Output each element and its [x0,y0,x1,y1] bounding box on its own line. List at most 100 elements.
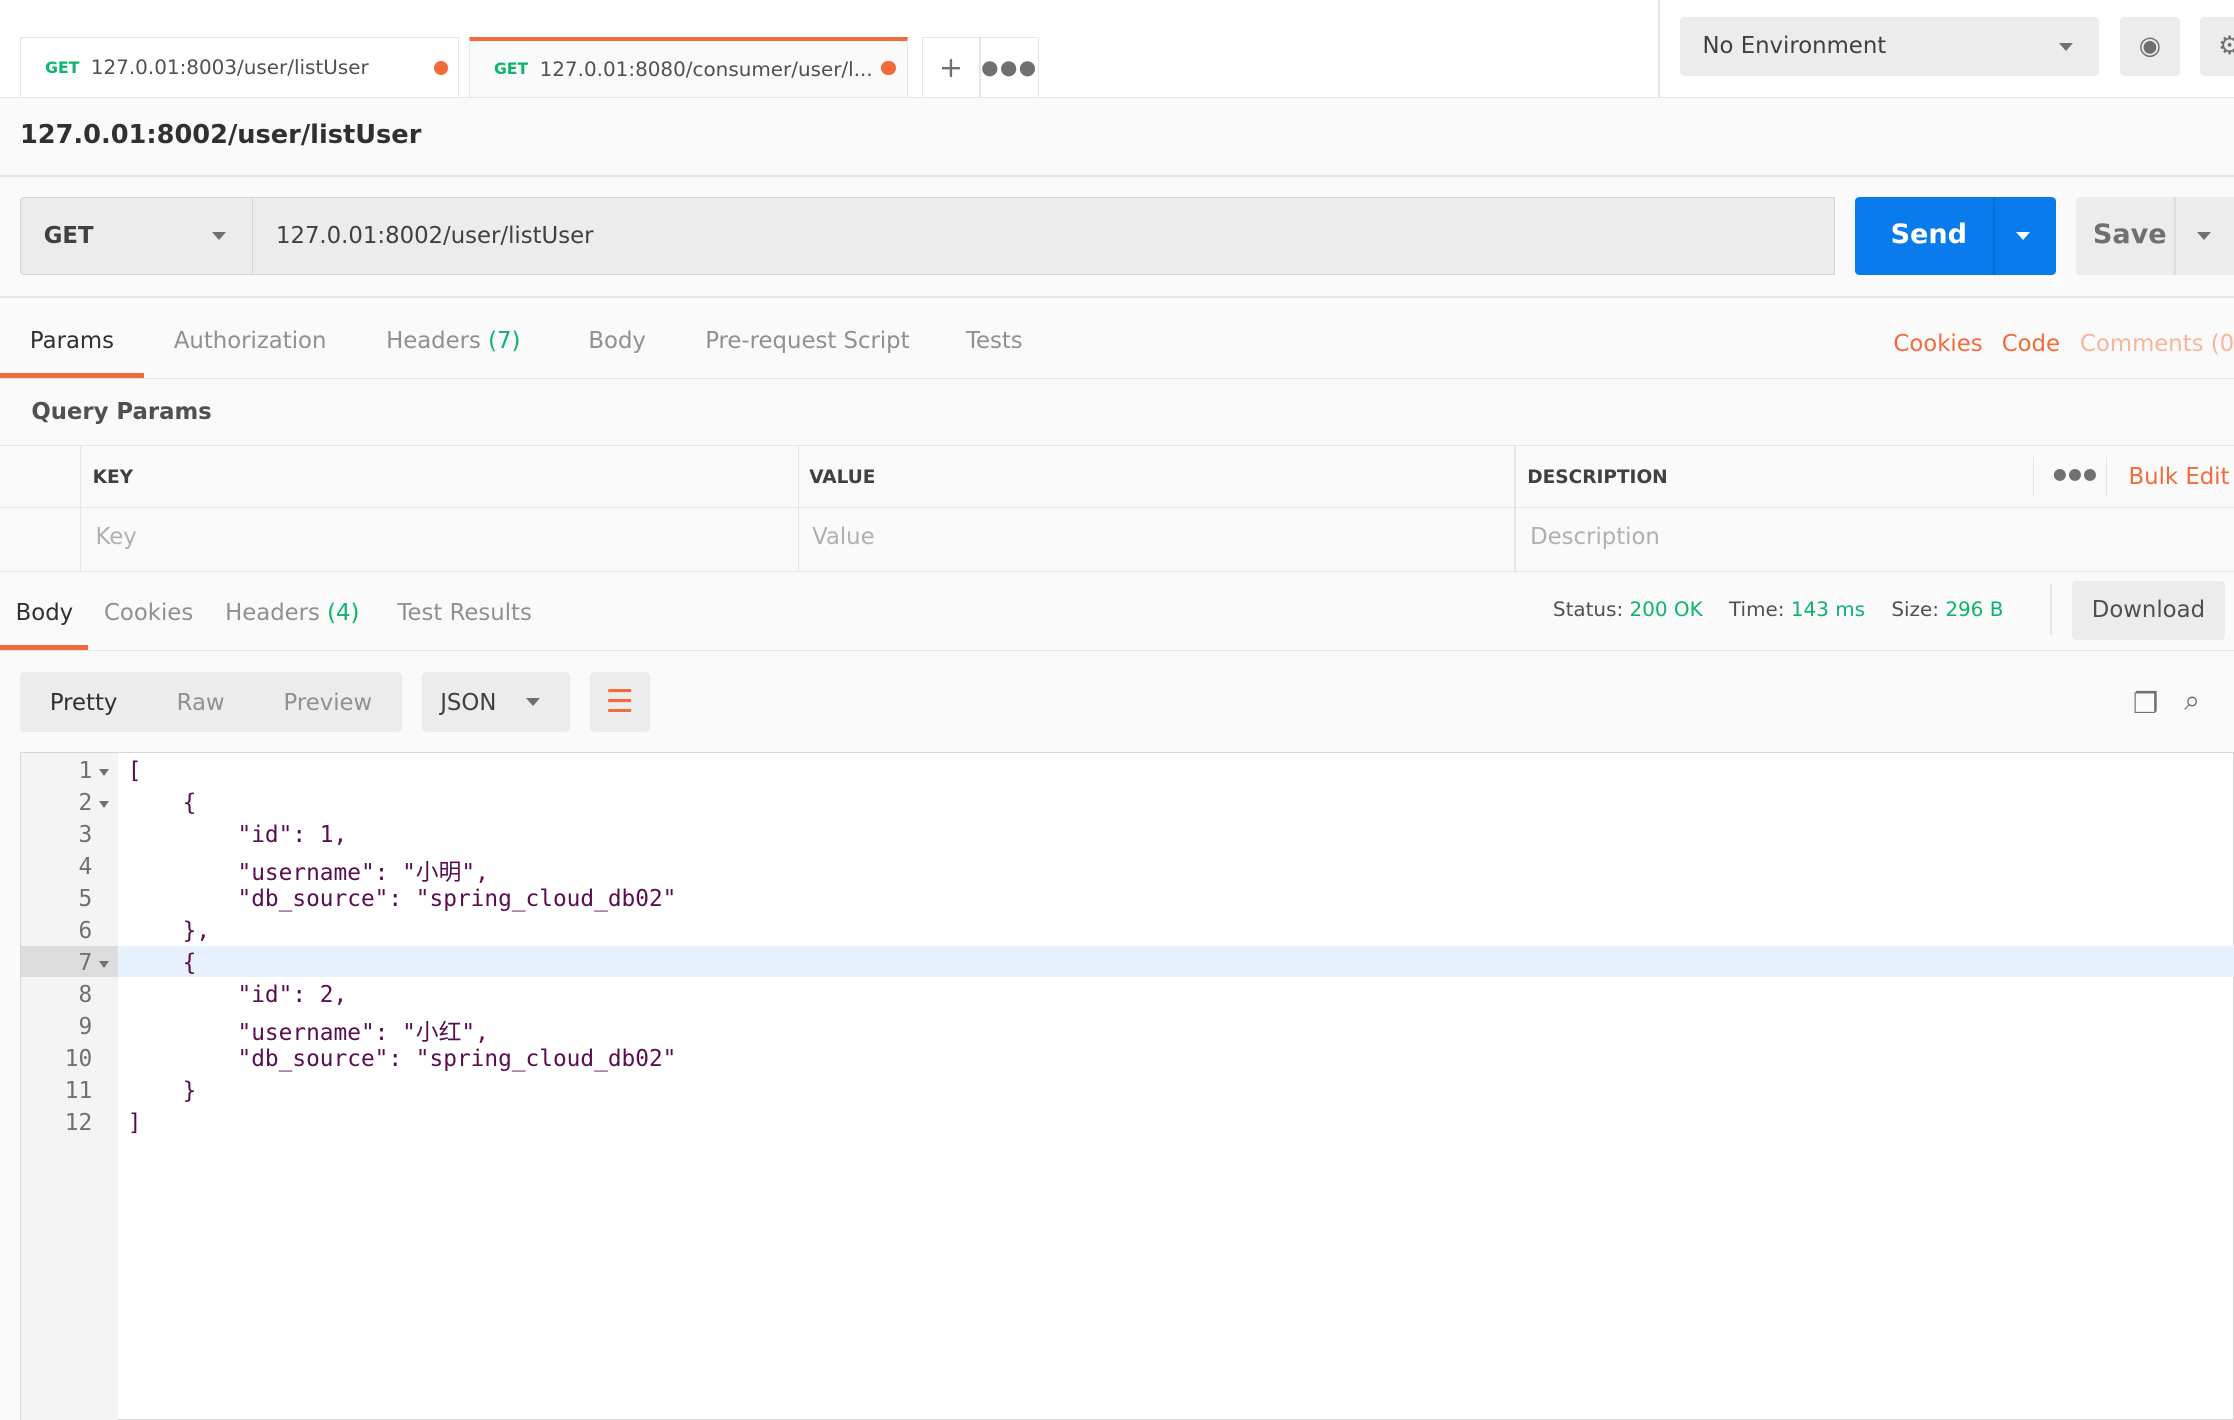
column-header-value: VALUE [809,466,876,488]
cookies-link[interactable]: Cookies [1893,331,1982,357]
tab-authorization[interactable]: Authorization [174,328,327,354]
send-label: Send [1890,219,1968,251]
format-select[interactable]: JSON [421,672,570,733]
tab-label: Headers [386,327,481,354]
tab-label: Pre-request Script [705,327,910,354]
save-button[interactable]: Save [2075,196,2234,275]
environment-settings-button[interactable]: ⚙ [2199,17,2234,76]
divider [0,377,2234,379]
chevron-down-icon[interactable] [2015,232,2030,240]
environment-label: No Environment [1702,33,1887,60]
line-number: 3 [78,821,93,848]
chevron-down-icon [211,231,226,240]
tab-tests[interactable]: Tests [966,328,1023,354]
comments-link[interactable]: Comments (0) [2080,331,2234,357]
wrap-icon: ☰ [605,684,634,721]
headers-count: (7) [488,327,521,354]
divider [797,445,800,571]
line-number: 12 [64,1110,93,1137]
tab-method: GET [493,59,529,79]
bulk-edit-link[interactable]: Bulk Edit [2129,464,2230,490]
value-input[interactable]: Value [812,524,875,550]
tab-params[interactable]: Params [30,328,114,354]
gear-icon: ⚙ [2218,31,2234,61]
line-number: 5 [78,885,93,912]
tab-label: Tests [965,327,1023,354]
line-number: 1 [78,757,93,784]
more-icon: ●●● [981,55,1038,80]
description-input[interactable]: Description [1530,524,1660,550]
tab-label: Test Results [397,599,532,626]
headers-count: (4) [327,599,360,626]
pretty-button[interactable]: Pretty [50,690,118,716]
code-line: }, [127,917,211,944]
new-tab-button[interactable]: + [921,37,981,97]
fold-caret-icon[interactable] [99,768,110,776]
divider [0,506,2234,509]
tab-headers[interactable]: Headers (7) [386,328,520,354]
time-label: Time: [1728,596,1785,621]
divider [2174,196,2176,275]
url-input[interactable]: 127.0.01:8002/user/listUser [252,196,1835,275]
tab-label: Body [588,327,646,354]
postman-window: GET 127.0.01:8003/user/listUser GET 127.… [0,0,2234,1420]
environment-select[interactable]: No Environment [1679,17,2099,76]
raw-button[interactable]: Raw [177,690,225,716]
status-value: 200 OK [1629,596,1703,621]
active-line-highlight [117,945,2234,977]
tab-label: Headers [225,599,320,626]
divider [2050,584,2052,636]
code-link[interactable]: Code [2002,331,2060,357]
request-tab-1[interactable]: GET 127.0.01:8003/user/listUser [19,37,459,97]
more-icon[interactable]: ●●● [2053,464,2098,483]
column-header-description: DESCRIPTION [1527,466,1668,488]
search-icon[interactable]: ⌕ [2184,684,2200,718]
divider [1993,196,1995,275]
code-line: "db_source": "spring_cloud_db02" [127,1046,677,1072]
query-params-title: Query Params [31,398,212,425]
fold-caret-icon[interactable] [99,800,110,808]
divider [2033,456,2035,497]
response-tab-headers[interactable]: Headers (4) [225,600,359,626]
download-button[interactable]: Download [2071,581,2226,640]
code-line: "username": "小明", [127,859,489,886]
tab-pre-request-script[interactable]: Pre-request Script [705,328,909,354]
tab-body[interactable]: Body [588,328,646,354]
tab-options-button[interactable]: ●●● [980,37,1039,97]
line-number: 2 [78,789,93,816]
code-line: } [127,1078,197,1105]
divider [1658,0,1660,97]
line-number: 6 [78,917,93,944]
wrap-lines-button[interactable]: ☰ [589,672,650,733]
tab-label: Cookies [104,599,194,626]
code-line: [ [127,757,142,784]
environment-quick-look-button[interactable]: ◉ [2119,17,2180,76]
preview-button[interactable]: Preview [284,690,373,716]
response-meta: Status: 200 OK Time: 143 ms Size: 296 B [1553,597,2003,621]
send-button[interactable]: Send [1854,196,2056,275]
eye-icon: ◉ [2138,31,2162,62]
divider [79,445,82,571]
code-line: "db_source": "spring_cloud_db02" [127,885,677,912]
divider [0,175,2234,177]
request-tab-2[interactable]: GET 127.0.01:8080/consumer/user/l... [468,37,908,97]
copy-icon[interactable]: ❐ [2133,687,2159,720]
line-number: 9 [78,1013,93,1040]
chevron-down-icon[interactable] [2196,232,2211,240]
tab-label: Authorization [173,327,327,354]
line-number: 8 [78,981,93,1008]
method-select[interactable]: GET [19,196,254,275]
chevron-down-icon [2058,42,2073,51]
response-tab-test-results[interactable]: Test Results [397,600,531,626]
key-input[interactable]: Key [95,524,136,550]
response-body-editor[interactable]: 1 [2 {3 "id": 1, 4 "username": "小明", 5 "db_… [19,752,2234,1420]
code-line: "id": 1, [127,821,348,848]
column-header-key: KEY [92,466,133,488]
unsaved-dot-icon [881,60,896,76]
tab-label: 127.0.01:8080/consumer/user/l... [539,56,873,81]
url-value: 127.0.01:8002/user/listUser [275,222,594,249]
response-tab-cookies[interactable]: Cookies [104,600,193,626]
time-value: 143 ms [1790,596,1866,621]
fold-caret-icon[interactable] [99,961,110,969]
response-tab-body[interactable]: Body [16,600,74,626]
